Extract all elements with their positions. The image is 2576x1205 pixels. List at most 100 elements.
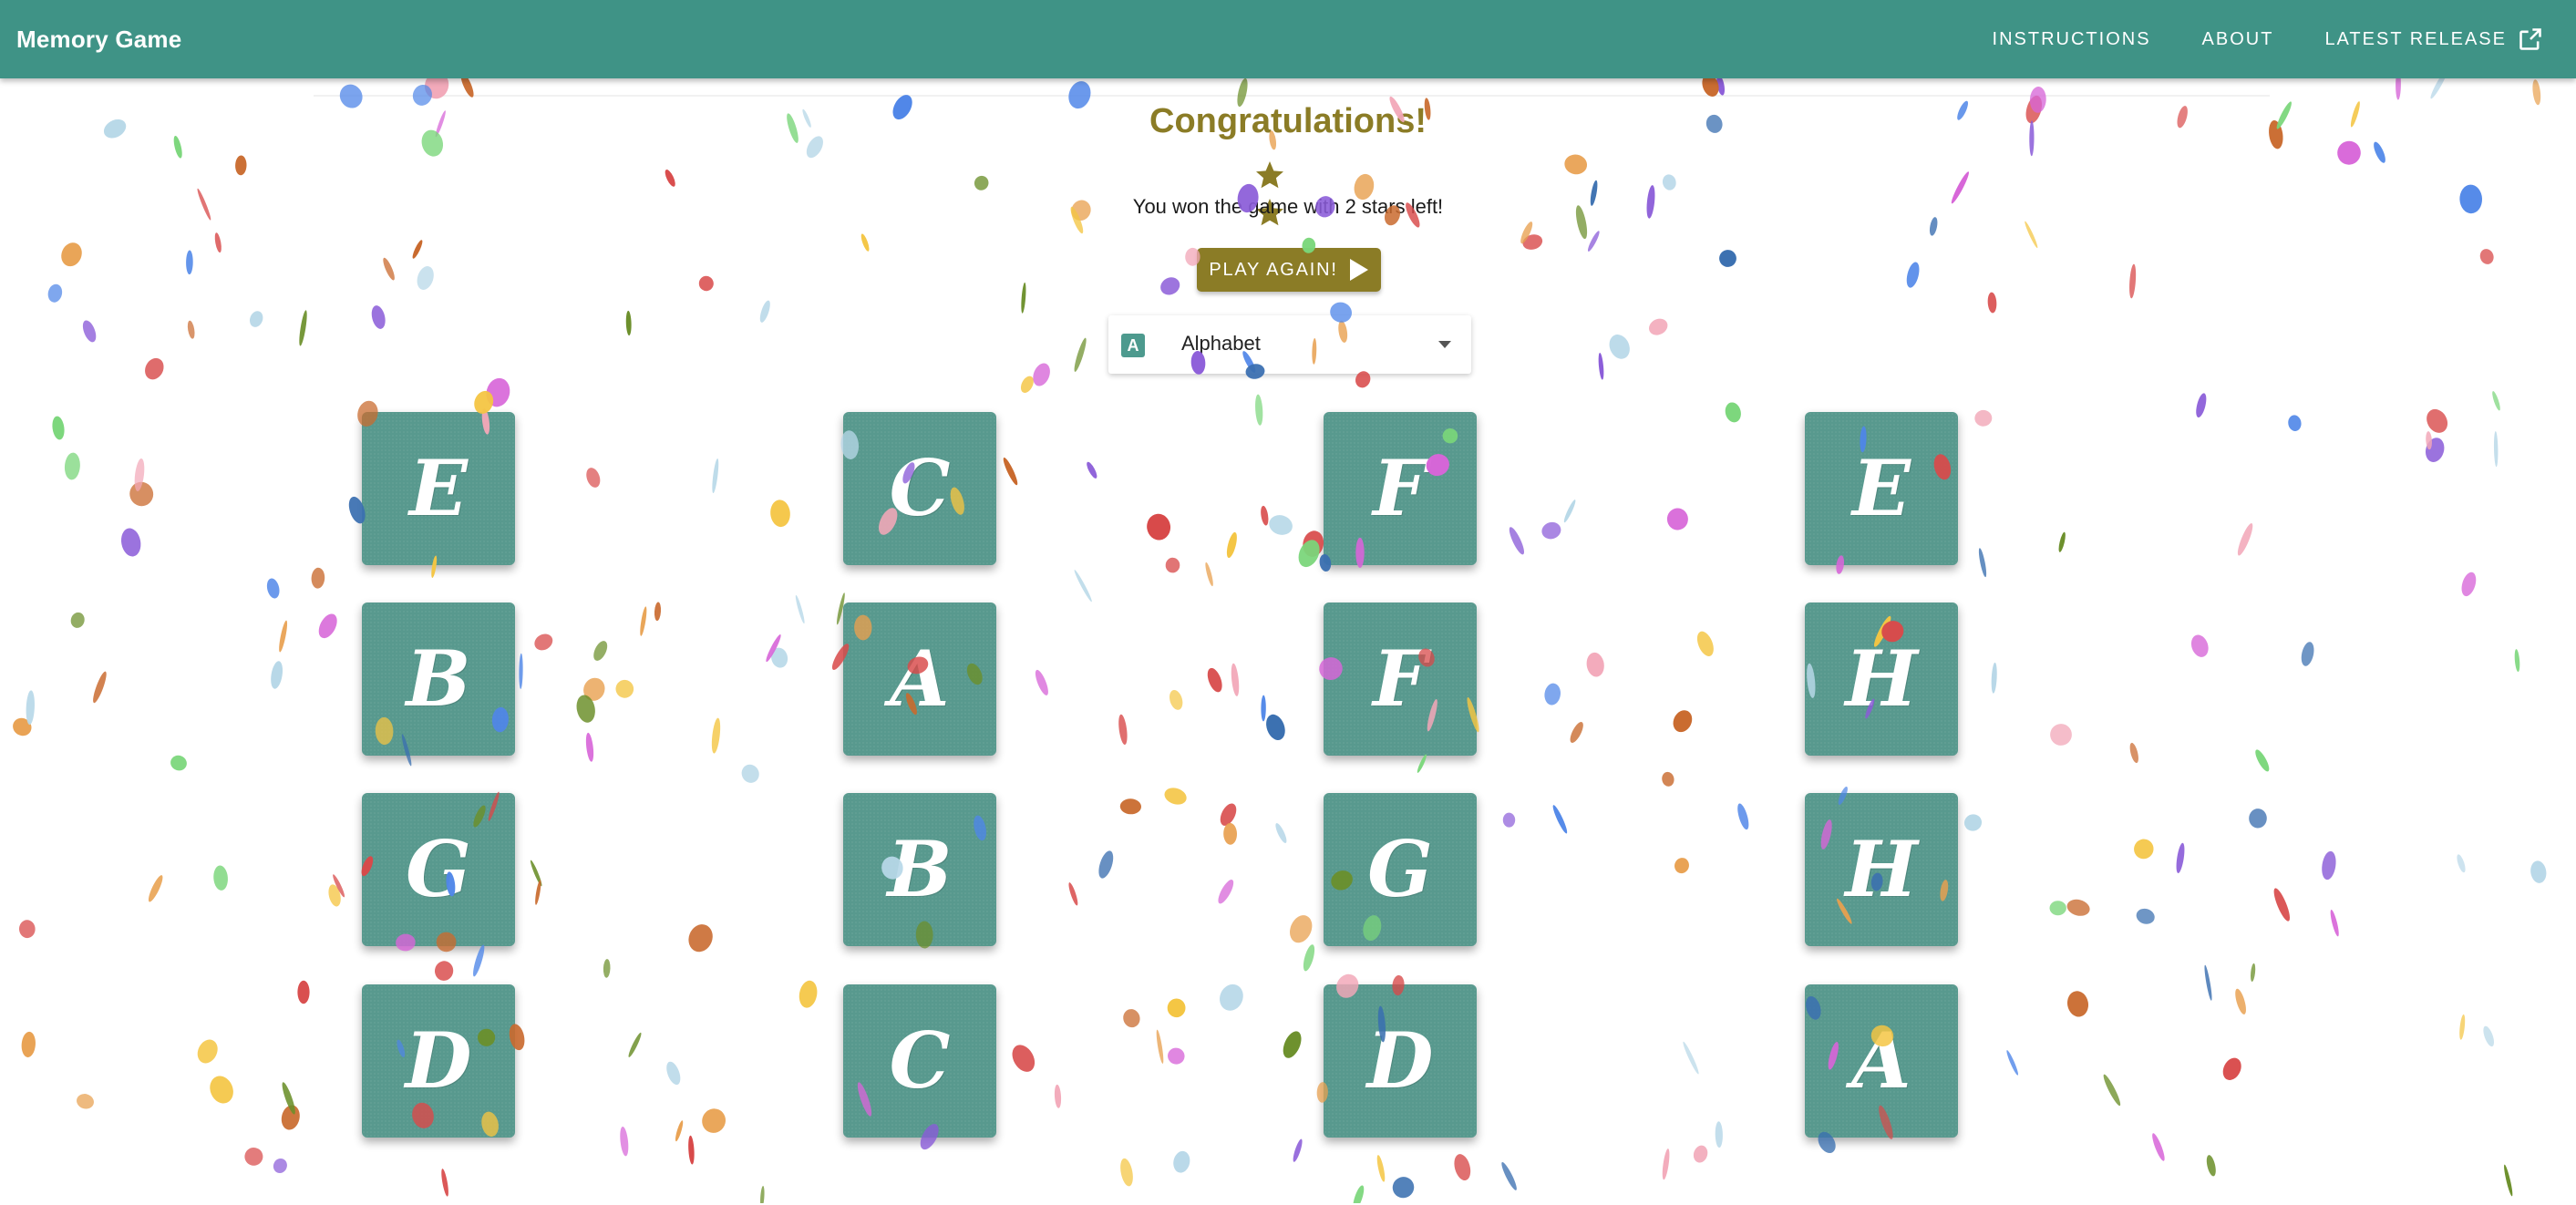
- confetti-piece: [279, 620, 288, 653]
- confetti-piece: [2427, 408, 2448, 433]
- confetti-piece: [299, 310, 307, 346]
- nav-about-link[interactable]: ABOUT: [2202, 29, 2274, 50]
- memory-card[interactable]: C: [843, 984, 996, 1138]
- card-letter: F: [1373, 443, 1427, 533]
- confetti-piece: [250, 311, 263, 327]
- card-letter: A: [1851, 1015, 1911, 1106]
- memory-card[interactable]: C: [843, 412, 996, 565]
- confetti-piece: [2288, 415, 2302, 431]
- card-letter: B: [406, 633, 471, 724]
- win-message: You won the game with 2 stars left!: [1132, 195, 1444, 218]
- external-link-icon: [2519, 28, 2541, 50]
- memory-card[interactable]: H: [1805, 793, 1958, 946]
- confetti-piece: [2337, 140, 2361, 165]
- confetti-piece: [2493, 431, 2499, 468]
- card-letter: H: [1845, 824, 1918, 914]
- card-letter: H: [1845, 633, 1918, 724]
- confetti-piece: [187, 320, 195, 339]
- app-title[interactable]: Memory Game: [16, 0, 181, 78]
- confetti-piece: [77, 1094, 94, 1109]
- play-icon: [1349, 259, 1368, 281]
- nav-instructions-link[interactable]: INSTRUCTIONS: [1993, 29, 2151, 50]
- card-letter: G: [406, 824, 471, 914]
- confetti-piece: [148, 875, 163, 902]
- confetti-piece: [26, 690, 35, 726]
- memory-card[interactable]: B: [362, 602, 515, 756]
- confetti-piece: [82, 320, 97, 343]
- confetti-piece: [2504, 1164, 2513, 1197]
- memory-card[interactable]: F: [1324, 412, 1477, 565]
- nav-menu: INSTRUCTIONS ABOUT LATEST RELEASE: [1993, 0, 2543, 78]
- memory-card[interactable]: B: [843, 793, 996, 946]
- confetti-piece: [120, 528, 141, 557]
- confetti-piece: [2457, 854, 2466, 873]
- card-letter: C: [889, 443, 951, 533]
- card-letter: F: [1373, 633, 1427, 724]
- card-letter: B: [887, 824, 953, 914]
- confetti-piece: [129, 481, 154, 507]
- confetti-piece: [70, 612, 85, 628]
- confetti-piece: [2479, 249, 2494, 264]
- chevron-down-icon: [1438, 341, 1451, 348]
- nav-latest-release-link[interactable]: LATEST RELEASE: [2324, 26, 2543, 52]
- confetti-piece: [2425, 438, 2445, 462]
- confetti-piece: [2461, 572, 2477, 597]
- memory-card[interactable]: A: [843, 602, 996, 756]
- card-letter: D: [405, 1015, 472, 1106]
- theme-select-value: Alphabet: [1181, 332, 1261, 355]
- memory-card[interactable]: G: [1324, 793, 1477, 946]
- confetti-piece: [134, 458, 145, 491]
- memory-card[interactable]: E: [1805, 412, 1958, 565]
- confetti-piece: [297, 980, 310, 1004]
- memory-card[interactable]: F: [1324, 602, 1477, 756]
- confetti-piece: [2273, 888, 2291, 922]
- memory-card[interactable]: A: [1805, 984, 1958, 1138]
- confetti-piece: [273, 1159, 287, 1173]
- confetti-piece: [281, 1105, 300, 1130]
- confetti-piece: [266, 578, 280, 599]
- confetti-piece: [2459, 1014, 2466, 1040]
- confetti-piece: [210, 1076, 233, 1104]
- card-letter: D: [1366, 1015, 1434, 1106]
- card-letter: A: [890, 633, 950, 724]
- nav-latest-release-label: LATEST RELEASE: [2324, 28, 2507, 49]
- memory-card[interactable]: G: [362, 793, 515, 946]
- star-icon: [1256, 161, 1283, 189]
- memory-card[interactable]: E: [362, 412, 515, 565]
- nav-instructions-label: INSTRUCTIONS: [1992, 28, 2151, 49]
- congratulations-heading: Congratulations!: [1149, 102, 1427, 140]
- nav-about-label: ABOUT: [2201, 28, 2274, 49]
- confetti-piece: [271, 661, 283, 689]
- confetti-piece: [2374, 141, 2385, 163]
- confetti-piece: [2330, 910, 2339, 937]
- confetti-piece: [213, 865, 228, 891]
- memory-card[interactable]: H: [1805, 602, 1958, 756]
- confetti-piece: [2301, 642, 2314, 666]
- card-letter: G: [1367, 824, 1433, 914]
- confetti-piece: [93, 671, 107, 704]
- confetti-piece: [2426, 431, 2432, 450]
- play-again-button[interactable]: PLAY AGAIN!: [1197, 248, 1381, 292]
- confetti-piece: [64, 452, 80, 480]
- confetti-piece: [186, 250, 193, 275]
- confetti-piece: [197, 1039, 218, 1064]
- card-letter: E: [1851, 443, 1911, 533]
- play-again-label: PLAY AGAIN!: [1209, 259, 1338, 280]
- confetti-piece: [47, 283, 63, 303]
- confetti-piece: [2322, 850, 2336, 881]
- confetti-piece: [145, 357, 164, 380]
- confetti-piece: [244, 1147, 263, 1166]
- confetti-piece: [170, 755, 187, 771]
- confetti-piece: [235, 155, 247, 176]
- theme-select[interactable]: A Alphabet: [1108, 315, 1471, 374]
- app-bar: Memory Game INSTRUCTIONS ABOUT LATEST RE…: [0, 0, 2576, 78]
- confetti-piece: [18, 920, 36, 939]
- card-letter: C: [889, 1015, 951, 1106]
- card-letter: E: [408, 443, 469, 533]
- confetti-piece: [282, 1082, 295, 1115]
- confetti-piece: [52, 416, 65, 440]
- memory-card[interactable]: D: [1324, 984, 1477, 1138]
- memory-card[interactable]: D: [362, 984, 515, 1138]
- alphabet-icon: A: [1121, 334, 1145, 357]
- confetti-piece: [2492, 391, 2500, 411]
